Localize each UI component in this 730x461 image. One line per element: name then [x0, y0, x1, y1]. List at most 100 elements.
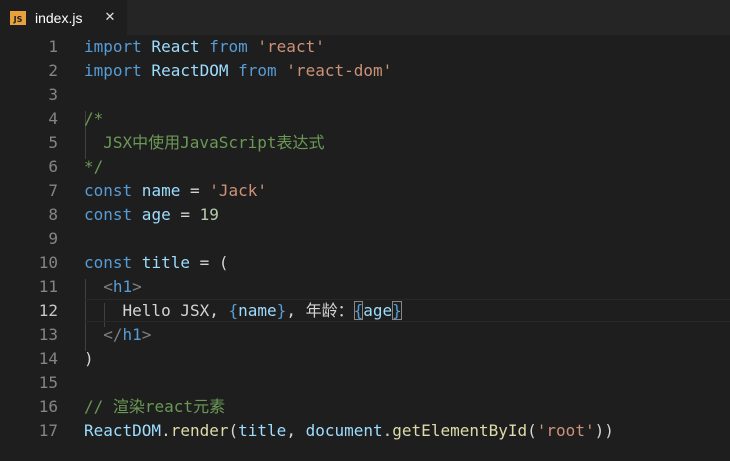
code-editor: JS index.js ✕ 1 import React from 'react'… — [0, 0, 730, 461]
code-token: )) — [594, 421, 614, 440]
code-token: h1 — [122, 325, 142, 344]
close-icon[interactable]: ✕ — [101, 8, 119, 26]
code-token: getElementById — [392, 421, 528, 440]
code-token: < — [84, 277, 113, 296]
code-token: ReactDOM — [84, 421, 162, 440]
code-token: render — [170, 421, 229, 440]
code-token: 'root' — [536, 421, 595, 440]
code-token: /* — [84, 109, 104, 128]
code-token: name — [238, 301, 277, 320]
line-number: 15 — [38, 373, 58, 392]
code-line[interactable]: 16 // 渲染react元素 — [0, 395, 730, 419]
code-token: name — [132, 181, 181, 200]
code-token: import — [84, 61, 142, 80]
code-line[interactable]: 14) — [0, 347, 730, 371]
code-token: const — [84, 253, 133, 272]
code-area[interactable]: 1 import React from 'react' 2 import ReactD… — [0, 35, 730, 461]
code-line[interactable]: 10 const title = ( — [0, 251, 730, 275]
code-text: import ReactDOM from 'react-dom' — [84, 59, 392, 83]
code-text: ) — [84, 347, 94, 371]
line-number: 5 — [48, 133, 58, 152]
code-token: { — [353, 301, 364, 320]
line-number: 16 — [38, 397, 58, 416]
code-text: const age = 19 — [84, 203, 219, 227]
code-text: <h1> — [84, 275, 142, 299]
code-line[interactable]: 11 <h1> — [0, 275, 730, 299]
code-token: ( — [228, 421, 239, 440]
code-line[interactable]: 9 — [0, 227, 730, 251]
code-text: import React from 'react' — [84, 35, 325, 59]
line-number: 10 — [38, 253, 58, 272]
tab-index-js[interactable]: JS index.js ✕ — [0, 0, 127, 35]
code-text: ReactDOM.render(title, document.getEleme… — [84, 419, 614, 443]
line-number: 14 — [38, 349, 58, 368]
code-text: JSX中使用JavaScript表达式 — [84, 131, 325, 155]
code-token: 'Jack' — [209, 181, 268, 200]
code-text: Hello JSX, {name}, 年龄：{age} — [84, 299, 402, 323]
code-line[interactable]: 17 ReactDOM.render(title, document.getEle… — [0, 419, 730, 443]
code-line[interactable]: 1 import React from 'react' — [0, 35, 730, 59]
code-token: </ — [84, 325, 123, 344]
code-line[interactable]: 7 const name = 'Jack' — [0, 179, 730, 203]
line-number: 13 — [38, 325, 58, 344]
code-token: > — [132, 277, 142, 296]
code-text: const name = 'Jack' — [84, 179, 267, 203]
code-line[interactable]: 8 const age = 19 — [0, 203, 730, 227]
code-token: const — [84, 205, 133, 224]
code-token: 'react' — [257, 37, 325, 56]
code-line[interactable]: 4 /* — [0, 107, 730, 131]
code-line[interactable]: 13 </h1> — [0, 323, 730, 347]
code-text: */ — [84, 155, 103, 179]
code-token: title — [238, 421, 287, 440]
code-token: document — [305, 421, 383, 440]
code-token: , 年龄： — [286, 301, 354, 320]
code-token: 19 — [199, 205, 219, 224]
line-number: 11 — [38, 277, 58, 296]
code-line[interactable]: 2 import ReactDOM from 'react-dom' — [0, 59, 730, 83]
code-token: age — [132, 205, 171, 224]
code-token: h1 — [112, 277, 133, 296]
code-token: import — [84, 37, 142, 56]
code-token: 'react-dom' — [286, 61, 393, 80]
line-number: 7 — [48, 181, 58, 200]
code-line[interactable]: 6 */ — [0, 155, 730, 179]
code-text: /* — [84, 107, 103, 131]
code-token: , — [286, 421, 306, 440]
tab-bar: JS index.js ✕ — [0, 0, 730, 35]
code-token: ( — [527, 421, 537, 440]
code-token: ) — [84, 349, 94, 368]
line-number: 12 — [38, 301, 58, 320]
line-number: 1 — [48, 37, 58, 56]
code-token: const — [84, 181, 133, 200]
code-line[interactable]: 5 JSX中使用JavaScript表达式 — [0, 131, 730, 155]
code-token: } — [392, 301, 402, 320]
code-line[interactable]: 3 — [0, 83, 730, 107]
code-token: // 渲染react元素 — [84, 397, 226, 416]
line-number: 9 — [48, 229, 58, 248]
line-number: 17 — [38, 421, 58, 440]
line-number: 4 — [48, 109, 58, 128]
code-token: from — [238, 61, 277, 80]
code-token: title — [132, 253, 190, 272]
code-token: ReactDOM — [141, 61, 239, 80]
code-token: = ( — [189, 253, 229, 272]
code-token: from — [209, 37, 248, 56]
code-token: */ — [84, 157, 104, 176]
code-text: const title = ( — [84, 251, 229, 275]
code-line[interactable]: 12 Hello JSX, {name}, 年龄：{age} — [0, 299, 730, 323]
code-token: Hello JSX, — [84, 301, 229, 320]
line-number: 2 — [48, 61, 58, 80]
code-text: // 渲染react元素 — [84, 395, 225, 419]
code-token: . — [161, 421, 171, 440]
line-number: 8 — [48, 205, 58, 224]
code-line[interactable]: 15 — [0, 371, 730, 395]
code-token: = — [180, 181, 210, 200]
code-token: } — [276, 301, 287, 320]
javascript-file-icon: JS — [10, 10, 26, 25]
code-token: React — [141, 37, 210, 56]
code-token: > — [141, 325, 152, 344]
code-token: JSX中使用JavaScript表达式 — [84, 133, 325, 152]
code-text: </h1> — [84, 323, 151, 347]
